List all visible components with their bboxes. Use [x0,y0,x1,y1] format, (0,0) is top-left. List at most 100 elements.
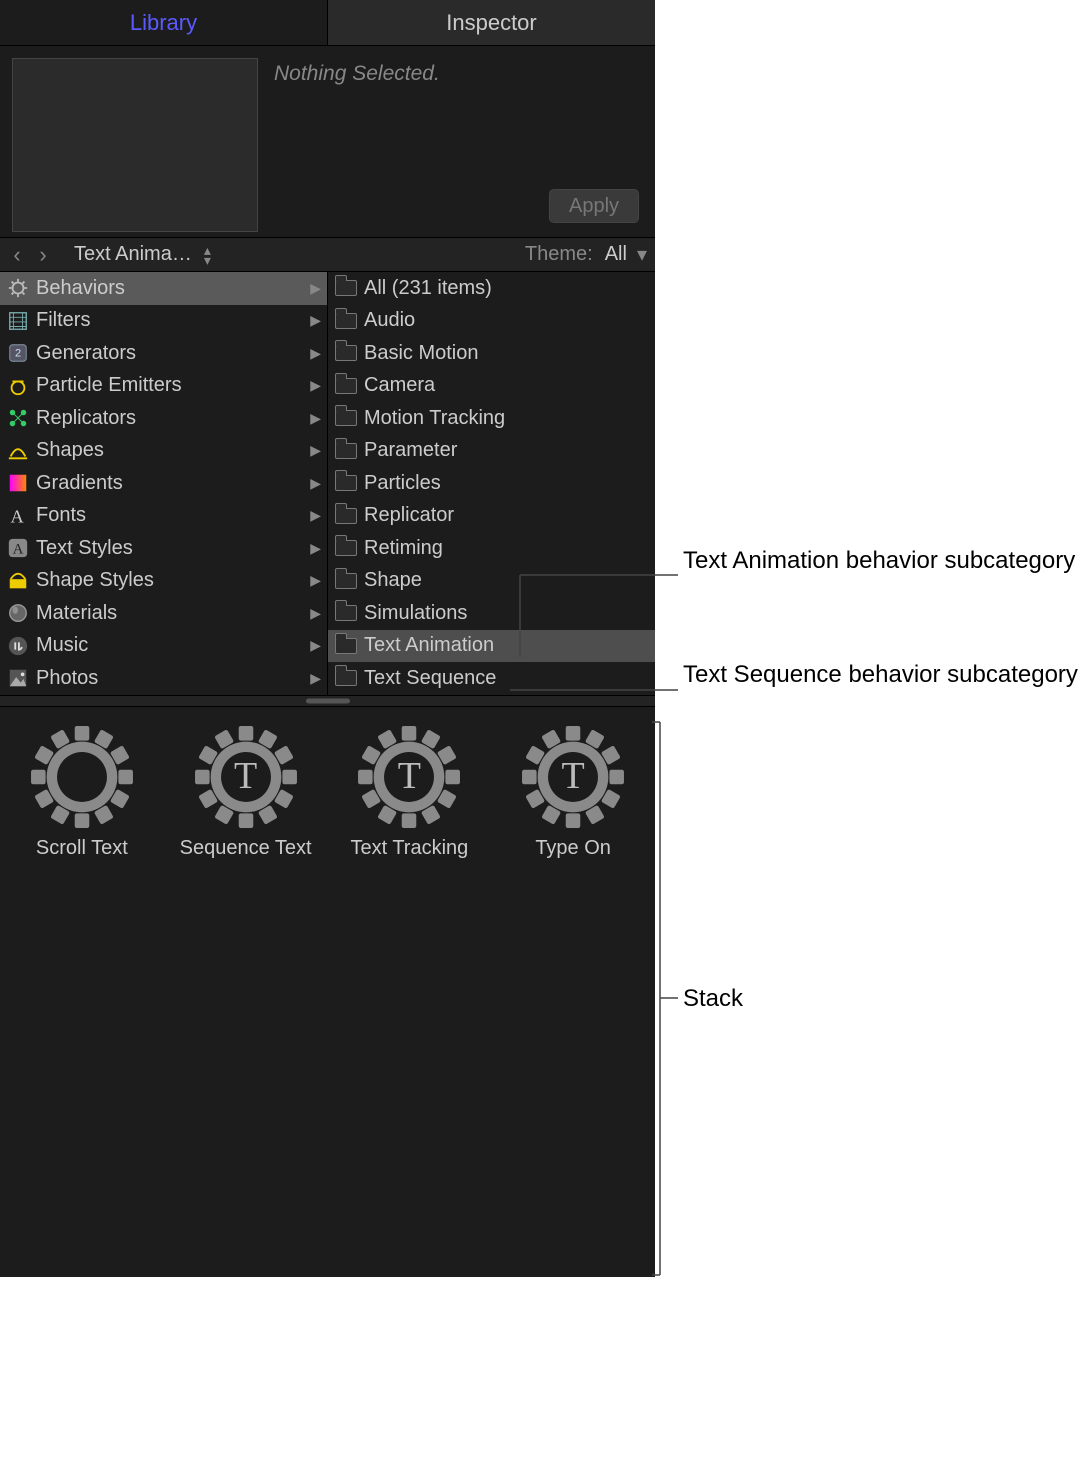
category-label: Photos [36,667,98,690]
subcategory-label: Shape [364,569,422,592]
gear-icon: T [194,725,298,829]
tab-inspector[interactable]: Inspector [328,0,655,45]
category-icon [6,570,30,592]
chevron-right-icon: ▶ [310,410,321,427]
folder-icon [334,310,358,332]
subcategory-label: Camera [364,374,435,397]
category-label: Music [36,634,88,657]
chevron-right-icon: ▶ [310,637,321,654]
category-row-materials[interactable]: Materials ▶ [0,597,327,630]
category-icon [6,667,30,689]
subcategory-row-audio[interactable]: Audio [328,305,655,338]
preview-thumbnail [12,58,258,232]
category-label: Particle Emitters [36,374,182,397]
category-label: Materials [36,602,117,625]
chevron-right-icon: ▶ [310,605,321,622]
category-label: Shapes [36,439,104,462]
subcategory-row-motion-tracking[interactable]: Motion Tracking [328,402,655,435]
subcategory-row-text-sequence[interactable]: Text Sequence [328,662,655,695]
subcategory-row-shape[interactable]: Shape [328,565,655,598]
subcategory-row-camera[interactable]: Camera [328,370,655,403]
subcategory-label: Simulations [364,602,467,625]
nav-back-icon[interactable]: ‹ [8,242,26,268]
stack-area: Scroll TextTSequence TextTText TrackingT… [0,707,655,1278]
stack-item-scroll-text[interactable]: Scroll Text [10,725,154,860]
chevron-right-icon: ▶ [310,377,321,394]
stack-item-label: Sequence Text [174,837,318,860]
stack-item-sequence-text[interactable]: T Sequence Text [174,725,318,860]
stack-item-text-tracking[interactable]: T Text Tracking [338,725,482,860]
subcategory-label: Retiming [364,537,443,560]
category-label: Replicators [36,407,136,430]
resize-handle[interactable] [0,695,655,707]
subcategory-column: All (231 items) AudioBasic Motion Camera Mo… [328,272,655,695]
folder-icon [334,440,358,462]
subcategory-row-simulations[interactable]: Simulations [328,597,655,630]
category-row-gradients[interactable]: Gradients ▶ [0,467,327,500]
folder-icon [334,342,358,364]
subcategory-row-text-animation[interactable]: Text Animation [328,630,655,663]
category-label: Text Styles [36,537,133,560]
sort-stepper-icon[interactable]: ▴▾ [204,245,211,265]
theme-dropdown[interactable]: All [605,243,627,266]
folder-icon [334,472,358,494]
category-icon [6,635,30,657]
category-row-replicators[interactable]: Replicators ▶ [0,402,327,435]
stack-item-label: Text Tracking [338,837,482,860]
callout-text-animation: Text Animation behavior subcategory [683,546,1075,576]
category-icon [6,440,30,462]
chevron-right-icon: ▶ [310,670,321,687]
subcategory-row-replicator[interactable]: Replicator [328,500,655,533]
category-icon: A [6,537,30,559]
subcategory-label: Text Animation [364,634,494,657]
gear-icon [30,725,134,829]
category-row-generators[interactable]: 2Generators▶ [0,337,327,370]
chevron-right-icon: ▶ [310,475,321,492]
category-row-text-styles[interactable]: A Text Styles ▶ [0,532,327,565]
subcategory-label: Particles [364,472,441,495]
chevron-right-icon: ▶ [310,507,321,524]
chevron-right-icon: ▶ [310,572,321,589]
category-icon [6,602,30,624]
subcategory-label: All (231 items) [364,277,492,300]
stack-item-type-on[interactable]: TType On [501,725,645,860]
tab-library[interactable]: Library [0,0,328,45]
folder-icon [334,537,358,559]
svg-text:A: A [10,506,24,526]
category-icon [6,310,30,332]
chevron-right-icon: ▶ [310,442,321,459]
subcategory-row-particles[interactable]: Particles [328,467,655,500]
category-row-shape-styles[interactable]: Shape Styles▶ [0,565,327,598]
folder-icon [334,277,358,299]
category-row-particle-emitters[interactable]: Particle Emitters ▶ [0,370,327,403]
breadcrumb[interactable]: Text Anima… [74,243,192,266]
chevron-right-icon: ▶ [310,345,321,362]
category-label: Gradients [36,472,123,495]
folder-icon [334,602,358,624]
subcategory-row-retiming[interactable]: Retiming [328,532,655,565]
apply-button[interactable]: Apply [549,189,639,223]
category-label: Filters [36,309,90,332]
chevron-right-icon: ▶ [310,540,321,557]
preview-area: Nothing Selected. Apply [0,46,655,238]
category-icon: 2 [6,342,30,364]
category-row-fonts[interactable]: AFonts▶ [0,500,327,533]
chevron-down-icon: ▾ [637,242,647,267]
gear-icon: T [357,725,461,829]
subcategory-row-parameter[interactable]: Parameter [328,435,655,468]
subcategory-label: Replicator [364,504,454,527]
chevron-right-icon: ▶ [310,312,321,329]
nav-forward-icon[interactable]: › [34,242,52,268]
subcategory-row-basic-motion[interactable]: Basic Motion [328,337,655,370]
category-icon [6,375,30,397]
chevron-right-icon: ▶ [310,280,321,297]
category-row-shapes[interactable]: Shapes ▶ [0,435,327,468]
path-bar: ‹ › Text Anima… ▴▾ Theme: All ▾ [0,238,655,272]
category-row-music[interactable]: Music ▶ [0,630,327,663]
gear-letter: T [398,754,421,798]
category-icon [6,472,30,494]
subcategory-row-all-231-items-[interactable]: All (231 items) [328,272,655,305]
category-row-filters[interactable]: Filters ▶ [0,305,327,338]
category-row-photos[interactable]: Photos ▶ [0,662,327,695]
category-row-behaviors[interactable]: Behaviors▶ [0,272,327,305]
